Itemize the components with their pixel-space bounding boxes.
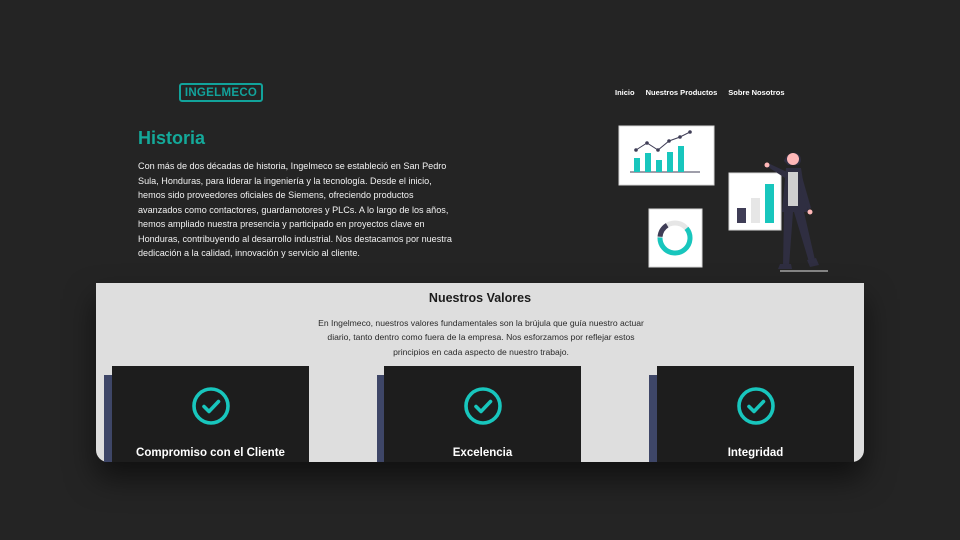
nav-nuestros-productos[interactable]: Nuestros Productos bbox=[646, 88, 718, 97]
donut-panel-illustration bbox=[648, 208, 703, 268]
value-card-title: Compromiso con el Cliente bbox=[136, 447, 285, 459]
valores-section: Nuestros Valores En Ingelmeco, nuestros … bbox=[96, 283, 864, 462]
valores-text: En Ingelmeco, nuestros valores fundament… bbox=[318, 318, 644, 357]
check-circle-icon bbox=[463, 387, 502, 425]
value-card-integridad: Integridad bbox=[657, 366, 854, 462]
bar-panel-illustration bbox=[728, 172, 782, 231]
nav-sobre-nosotros[interactable]: Sobre Nosotros bbox=[728, 88, 784, 97]
value-card-compromiso: Compromiso con el Cliente bbox=[112, 366, 309, 462]
value-card-title: Excelencia bbox=[452, 447, 513, 459]
check-circle-icon bbox=[736, 387, 775, 425]
valores-title: Nuestros Valores bbox=[428, 291, 532, 305]
card-accent bbox=[649, 375, 657, 462]
value-card-excelencia: Excelencia bbox=[384, 366, 581, 462]
value-card-title: Integridad bbox=[727, 447, 784, 459]
chart-panel-illustration bbox=[618, 125, 715, 186]
logo[interactable]: INGELMECO bbox=[179, 83, 263, 102]
nav-inicio[interactable]: Inicio bbox=[615, 88, 635, 97]
card-accent bbox=[104, 375, 112, 462]
main-nav: Inicio Nuestros Productos Sobre Nosotros bbox=[615, 88, 785, 97]
check-circle-icon bbox=[191, 387, 230, 425]
historia-title: Historia bbox=[138, 128, 206, 148]
analytics-illustration bbox=[618, 125, 828, 272]
historia-text: Con más de dos décadas de historia, Inge… bbox=[138, 161, 452, 258]
